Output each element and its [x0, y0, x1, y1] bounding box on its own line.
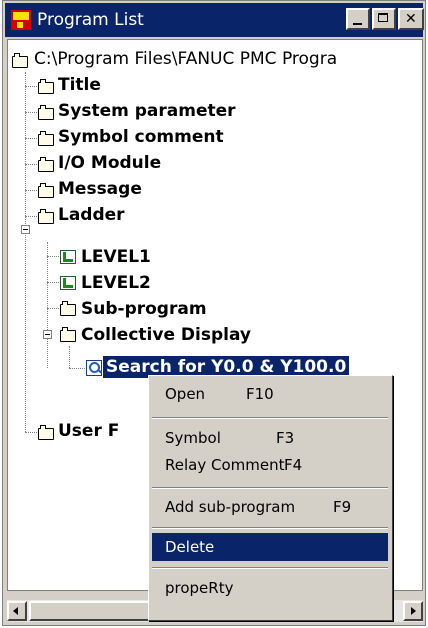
- context-menu: Open F10 Symbol F3 Relay Comment F4 Add …: [148, 375, 393, 621]
- folder-icon: [38, 131, 54, 146]
- folder-icon: [12, 53, 28, 68]
- menu-item-label: Relay Comment: [165, 456, 285, 474]
- menu-item-label: Open: [165, 385, 206, 403]
- menu-item-property[interactable]: propeRty: [152, 574, 388, 602]
- maximize-button[interactable]: [372, 8, 396, 30]
- tree-item-title[interactable]: Title: [58, 72, 101, 98]
- tree-item-user[interactable]: User F: [58, 418, 119, 444]
- menu-item-shortcut: F3: [276, 429, 295, 447]
- menu-separator: [152, 417, 388, 419]
- tree-item-collective-display[interactable]: Collective Display: [81, 322, 251, 348]
- ladder-level-icon: [60, 250, 76, 264]
- menu-item-shortcut: F10: [246, 385, 274, 403]
- menu-item-add-sub-program[interactable]: Add sub-program F9: [152, 493, 388, 521]
- menu-separator: [152, 527, 388, 529]
- tree-item-sub-program[interactable]: Sub-program: [81, 296, 207, 322]
- menu-item-open[interactable]: Open F10: [152, 380, 388, 408]
- menu-item-symbol[interactable]: Symbol F3: [152, 424, 388, 452]
- folder-icon: [38, 157, 54, 172]
- menu-item-delete[interactable]: Delete: [152, 533, 388, 561]
- fanuc-app-icon: [11, 10, 31, 30]
- folder-icon: [60, 301, 76, 316]
- folder-open-icon: [38, 209, 54, 224]
- folder-open-icon: [60, 327, 76, 342]
- tree-item-system-parameter[interactable]: System parameter: [58, 98, 236, 124]
- tree-item-level1[interactable]: LEVEL1: [81, 244, 151, 270]
- tree-root[interactable]: C:\Program Files\FANUC PMC Progra: [34, 46, 337, 72]
- tree-item-symbol-comment[interactable]: Symbol comment: [58, 124, 224, 150]
- folder-icon: [38, 105, 54, 120]
- title-bar[interactable]: Program List: [5, 3, 424, 37]
- menu-separator: [152, 487, 388, 489]
- tree-item-io-module[interactable]: I/O Module: [58, 150, 161, 176]
- menu-item-label: propeRty: [165, 579, 234, 597]
- minimize-button[interactable]: [346, 8, 370, 30]
- menu-item-shortcut: F4: [284, 456, 303, 474]
- scroll-left-icon[interactable]: [7, 601, 27, 621]
- tree-item-level2[interactable]: LEVEL2: [81, 270, 151, 296]
- menu-item-label: Add sub-program: [165, 498, 296, 516]
- tree-item-message[interactable]: Message: [58, 176, 142, 202]
- folder-icon: [38, 425, 54, 440]
- folder-icon: [38, 79, 54, 94]
- menu-item-label: Delete: [165, 538, 215, 556]
- menu-item-label: Symbol: [165, 429, 221, 447]
- search-display-icon: [86, 360, 102, 376]
- menu-item-relay-comment[interactable]: Relay Comment F4: [152, 451, 388, 479]
- menu-separator: [152, 567, 388, 569]
- menu-item-shortcut: F9: [333, 498, 352, 516]
- ladder-level-icon: [60, 276, 76, 290]
- folder-icon: [38, 183, 54, 198]
- window-title: Program List: [37, 10, 144, 30]
- scroll-right-icon[interactable]: [403, 601, 423, 621]
- close-button[interactable]: [398, 8, 424, 30]
- tree-item-ladder[interactable]: Ladder: [58, 202, 125, 228]
- collapse-toggle-ladder[interactable]: [21, 225, 30, 234]
- collapse-toggle-collective-display[interactable]: [43, 330, 52, 339]
